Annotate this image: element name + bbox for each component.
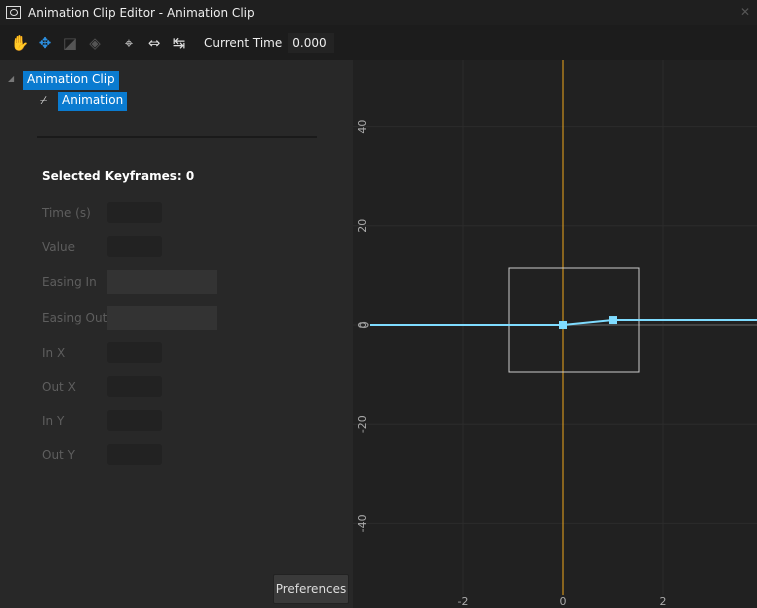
close-icon[interactable]: ✕ <box>740 5 750 19</box>
field-label-easing-out: Easing Out <box>42 311 108 325</box>
left-panel: ◢ Animation Clip ⌿ Animation Selected Ke… <box>0 60 353 608</box>
field-label-out-x: Out X <box>42 380 76 394</box>
keyframe-point[interactable] <box>559 321 567 329</box>
x-tick-label: -2 <box>458 595 469 608</box>
selected-keyframes: Selected Keyframes: 0 <box>42 169 194 183</box>
curve-icon: ⌿ <box>40 93 48 107</box>
scale-icon[interactable]: ◪ <box>59 32 81 54</box>
y-tick-label: -40 <box>356 514 369 532</box>
toolbar: ✋ ✥ ◪ ◈ ⌖ ⇔ ↹ Current Time 0.000 <box>0 25 757 60</box>
hand-icon[interactable]: ✋ <box>9 32 31 54</box>
fit-horizontal-icon[interactable]: ⇔ <box>143 32 165 54</box>
x-tick-label: 0 <box>560 595 567 608</box>
tree-item-animation-clip[interactable]: Animation Clip <box>23 71 119 90</box>
title-bar: Animation Clip Editor - Animation Clip ✕ <box>0 0 757 25</box>
x-tick-label: 2 <box>660 595 667 608</box>
time-input[interactable] <box>107 202 162 223</box>
out-y-input[interactable] <box>107 444 162 465</box>
tree-item-animation[interactable]: Animation <box>58 92 128 111</box>
selected-keyframes-count: 0 <box>185 169 195 183</box>
divider <box>37 136 317 138</box>
value-input[interactable] <box>107 236 162 257</box>
field-label-time: Time (s) <box>42 206 91 220</box>
selected-keyframes-label: Selected Keyframes: <box>42 169 182 183</box>
field-label-out-y: Out Y <box>42 448 75 462</box>
current-time-label: Current Time <box>204 35 283 50</box>
out-x-input[interactable] <box>107 376 162 397</box>
fit-time-icon[interactable]: ↹ <box>168 32 190 54</box>
field-label-value: Value <box>42 240 75 254</box>
move-icon[interactable]: ✥ <box>34 32 56 54</box>
preferences-button[interactable]: Preferences <box>273 574 349 604</box>
easing-in-select[interactable] <box>107 270 217 294</box>
current-time-input[interactable]: 0.000 <box>288 32 335 53</box>
easing-out-select[interactable] <box>107 306 217 330</box>
curve-graph[interactable]: -2 0 240200-20-40 <box>353 60 757 608</box>
keyframe-icon[interactable]: ◈ <box>84 32 106 54</box>
expand-arrow-icon[interactable]: ◢ <box>8 74 14 83</box>
center-view-icon[interactable]: ⌖ <box>118 32 140 54</box>
film-icon <box>6 6 21 19</box>
keyframe-point[interactable] <box>609 316 617 325</box>
y-tick-label: 40 <box>356 120 369 134</box>
window-title: Animation Clip Editor - Animation Clip <box>28 5 255 20</box>
field-label-in-x: In X <box>42 346 66 360</box>
y-tick-label: 20 <box>356 219 369 233</box>
in-y-input[interactable] <box>107 410 162 431</box>
field-label-in-y: In Y <box>42 414 65 428</box>
in-x-input[interactable] <box>107 342 162 363</box>
y-tick-label: -20 <box>356 415 369 433</box>
field-label-easing-in: Easing In <box>42 275 97 289</box>
